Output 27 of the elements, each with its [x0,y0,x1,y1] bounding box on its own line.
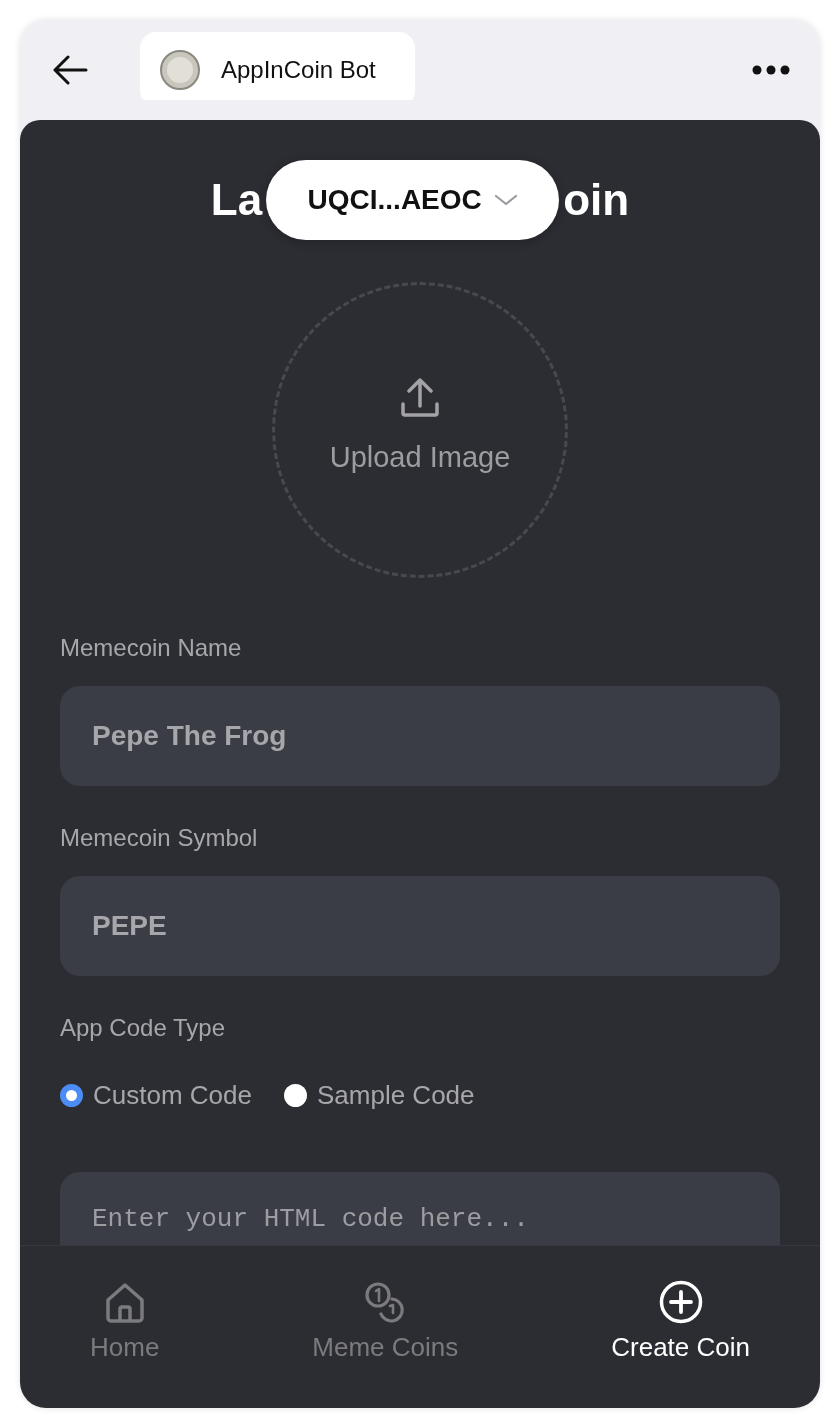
radio-label[interactable]: Sample Code [316,1079,475,1111]
radio-icon[interactable] [60,1083,83,1107]
field-label: Memecoin Symbol [60,824,259,852]
nav-tab[interactable]: Create Coin [611,1280,750,1363]
radio-label[interactable]: Custom Code [93,1079,252,1111]
wallet-button[interactable]: UQCI...AEOC [266,160,560,240]
radio-icon[interactable] [283,1083,307,1107]
upload-area[interactable]: Upload Image [272,282,568,578]
heading-text: oin [563,175,630,225]
plus-circle-icon [658,1280,703,1324]
nav-tab[interactable]: Home [90,1280,160,1363]
arrow-left-icon [52,55,88,85]
bot-name: AppInCoin Bot [221,55,376,84]
upload-label: Upload Image [329,441,511,474]
heading-text: La [210,175,263,225]
field-label: Memecoin Name [60,634,243,662]
chevron-down-icon [493,194,518,206]
text-input[interactable]: PEPE [60,876,780,976]
upload-icon [400,378,440,417]
avatar-icon [160,49,200,90]
text-input[interactable]: Pepe The Frog [60,686,780,786]
code-textarea[interactable]: Enter your HTML code here... [60,1172,780,1245]
field-label: App Code Type [60,1014,226,1042]
nav-tab[interactable]: Meme Coins [312,1280,459,1363]
back-button[interactable] [52,55,88,85]
more-icon [752,65,790,75]
more-button[interactable] [752,65,790,75]
